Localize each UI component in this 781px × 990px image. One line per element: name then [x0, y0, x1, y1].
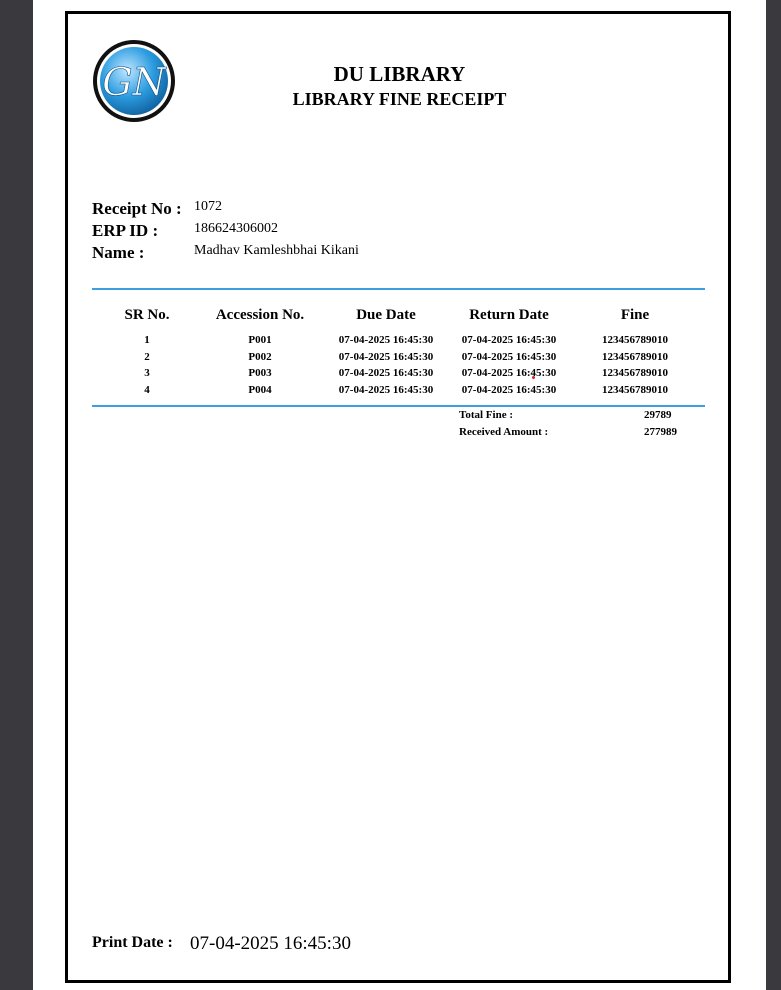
print-date-value: 07-04-2025 16:45:30: [190, 933, 351, 954]
total-fine-label: Total Fine :: [459, 409, 513, 421]
col-header-fine: Fine: [620, 307, 650, 323]
received-amount-value: 277989: [644, 426, 677, 438]
receipt-no-label: Receipt No :: [92, 199, 182, 218]
col-header-accession: Accession No.: [215, 307, 305, 323]
total-fine-value: 29789: [644, 409, 672, 421]
cell-due-date: 07-04-2025 16:45:30: [338, 351, 434, 363]
name-label: Name :: [92, 243, 145, 262]
table-top-rule: [92, 288, 705, 290]
col-header-sr: SR No.: [124, 307, 170, 323]
cell-sr: 1: [144, 334, 150, 346]
receipt-page: GN DU LIBRARY LIBRARY FINE RECEIPT Recei…: [33, 0, 766, 990]
erp-id-value: 186624306002: [194, 221, 278, 236]
cell-return-date: 07-04-2025 16:45:30: [461, 351, 557, 363]
cell-accession: P001: [248, 334, 272, 346]
print-date-label: Print Date :: [92, 934, 173, 951]
cell-sr: 2: [144, 351, 150, 363]
cell-sr: 3: [144, 367, 150, 379]
cell-fine: 123456789010: [602, 384, 668, 396]
cell-fine: 123456789010: [602, 367, 668, 379]
cell-due-date: 07-04-2025 16:45:30: [338, 384, 434, 396]
cell-fine: 123456789010: [602, 334, 668, 346]
stray-mark: [532, 376, 535, 379]
received-amount-label: Received Amount :: [459, 426, 549, 438]
cell-accession: P002: [248, 351, 272, 363]
cell-fine: 123456789010: [602, 351, 668, 363]
name-value: Madhav Kamleshbhai Kikani: [194, 243, 359, 258]
cell-due-date: 07-04-2025 16:45:30: [338, 334, 434, 346]
cell-accession: P003: [248, 367, 272, 379]
cell-return-date: 07-04-2025 16:45:30: [461, 384, 557, 396]
col-header-return-date: Return Date: [469, 307, 549, 323]
cell-due-date: 07-04-2025 16:45:30: [338, 367, 434, 379]
receipt-no-value: 1072: [194, 199, 222, 214]
col-header-due-date: Due Date: [356, 307, 416, 323]
cell-sr: 4: [144, 384, 150, 396]
table-bottom-rule: [92, 405, 705, 407]
erp-id-label: ERP ID :: [92, 221, 159, 240]
cell-accession: P004: [248, 384, 272, 396]
receipt-border: [65, 11, 731, 983]
cell-return-date: 07-04-2025 16:45:30: [461, 334, 557, 346]
library-name: DU LIBRARY: [333, 62, 466, 86]
receipt-title: LIBRARY FINE RECEIPT: [292, 89, 507, 109]
cell-return-date: 07-04-2025 16:45:30: [461, 367, 557, 379]
